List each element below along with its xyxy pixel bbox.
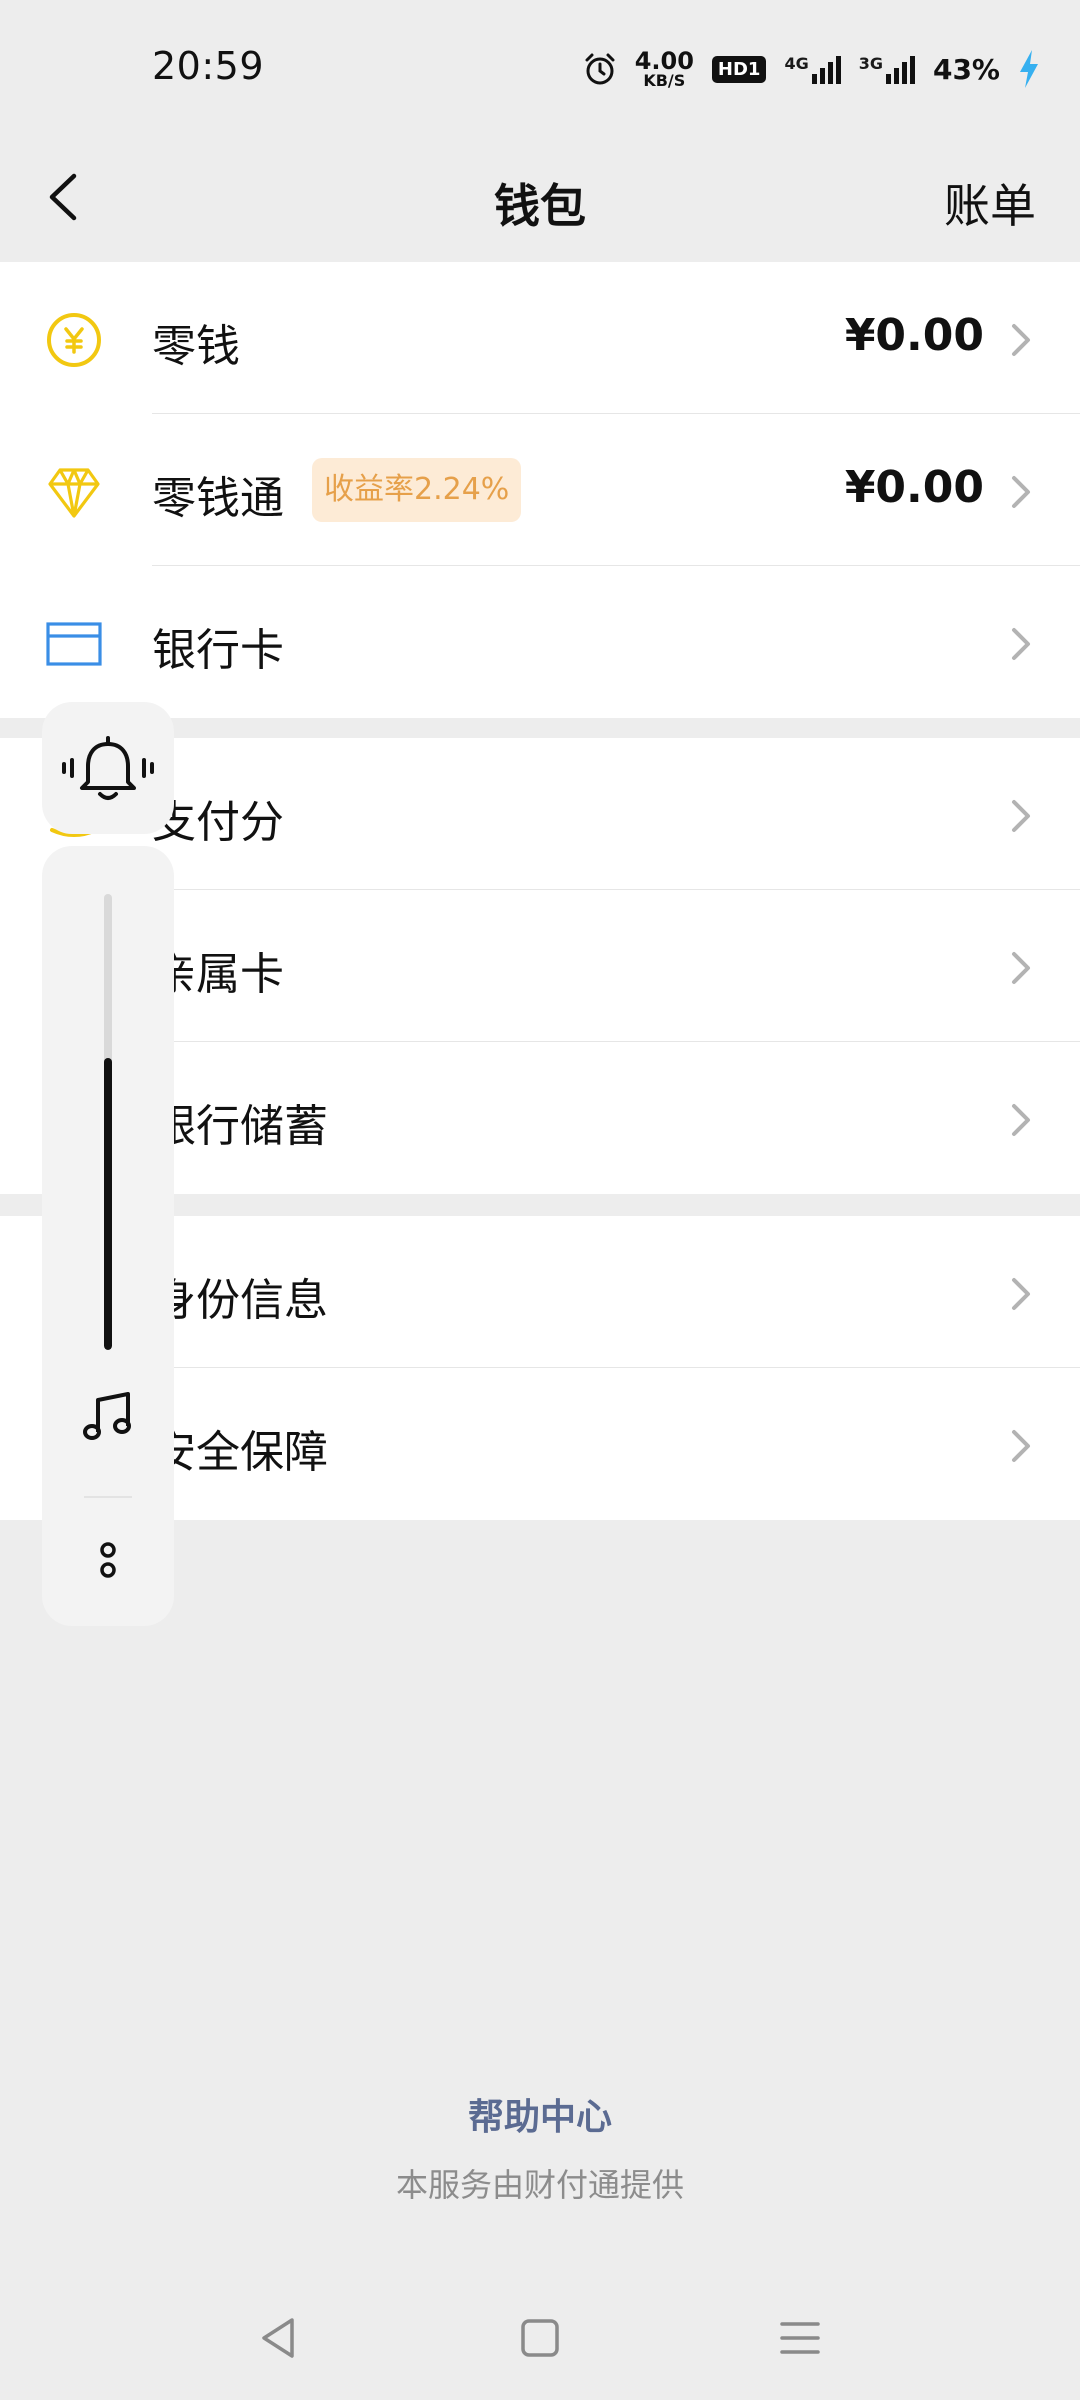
row-value: ¥0.00 xyxy=(844,310,984,361)
volume-slider[interactable] xyxy=(104,894,112,1350)
list-item-change[interactable]: 零钱 ¥0.00 xyxy=(0,262,1080,414)
chevron-right-icon xyxy=(1012,1430,1030,1462)
nav-home-icon[interactable] xyxy=(510,2308,570,2368)
row-label: 银行储蓄 xyxy=(152,1101,328,1152)
alarm-icon xyxy=(585,53,615,85)
chevron-right-icon xyxy=(1012,628,1030,660)
sim2-label: 3G xyxy=(858,54,883,73)
row-label: 安全保障 xyxy=(152,1427,328,1478)
chevron-right-icon xyxy=(1012,1278,1030,1310)
list-item-lqt[interactable]: 零钱通 收益率2.24% ¥0.00 xyxy=(0,414,1080,566)
signal-bars-icon xyxy=(885,56,915,84)
chevron-right-icon xyxy=(1012,476,1030,508)
bell-vibrate-icon xyxy=(62,736,154,800)
row-label: 零钱通 xyxy=(152,473,284,524)
wallet-group-main: 零钱 ¥0.00 零钱通 收益率2.24% ¥0.00 银行卡 xyxy=(0,262,1080,718)
header: 钱包 账单 xyxy=(0,140,1080,262)
yen-coin-icon xyxy=(47,313,101,367)
chevron-right-icon xyxy=(1012,800,1030,832)
signal-sim2: 3G xyxy=(859,54,915,84)
row-label: 身份信息 xyxy=(152,1275,328,1326)
battery-percent: 43% xyxy=(932,52,1000,86)
chevron-right-icon xyxy=(1012,1104,1030,1136)
status-icons: 4.00 KB/S HD1 4G 3G 43% xyxy=(583,44,1040,94)
volume-divider xyxy=(84,1496,132,1498)
system-nav-bar xyxy=(0,2280,1080,2390)
signal-bars-icon xyxy=(811,56,841,84)
signal-sim1: 4G xyxy=(784,54,841,84)
nav-menu-icon[interactable] xyxy=(770,2308,830,2368)
row-label: 银行卡 xyxy=(152,625,284,676)
yield-badge: 收益率2.24% xyxy=(312,458,522,522)
net-speed: 4.00 KB/S xyxy=(635,49,694,89)
list-item-bank-card[interactable]: 银行卡 xyxy=(0,566,1080,718)
charging-bolt-icon xyxy=(1020,50,1038,88)
diamond-icon xyxy=(48,468,100,518)
chevron-right-icon xyxy=(1012,324,1030,356)
hd-badge: HD1 xyxy=(711,55,767,83)
row-label: 零钱 xyxy=(152,321,240,372)
volume-panel xyxy=(42,846,174,1626)
help-center-link[interactable]: 帮助中心 xyxy=(0,2088,1080,2140)
sim1-label: 4G xyxy=(784,54,809,73)
nav-back-icon[interactable] xyxy=(250,2308,310,2368)
net-speed-value: 4.00 xyxy=(634,47,694,75)
bank-card-icon xyxy=(46,622,102,666)
more-options-icon[interactable] xyxy=(88,1530,128,1590)
status-time: 20:59 xyxy=(152,44,265,88)
page-title: 钱包 xyxy=(494,179,586,233)
chevron-right-icon xyxy=(1012,952,1030,984)
ringer-button[interactable] xyxy=(42,702,174,834)
status-bar: 20:59 4.00 KB/S HD1 4G 3G 43% xyxy=(0,0,1080,140)
provider-text: 本服务由财付通提供 xyxy=(395,2166,684,2204)
music-note-icon xyxy=(83,1392,131,1440)
volume-fill xyxy=(104,1058,112,1350)
row-value: ¥0.00 xyxy=(844,462,984,513)
bill-button[interactable]: 账单 xyxy=(944,170,1036,236)
net-speed-unit: KB/S xyxy=(643,71,686,90)
